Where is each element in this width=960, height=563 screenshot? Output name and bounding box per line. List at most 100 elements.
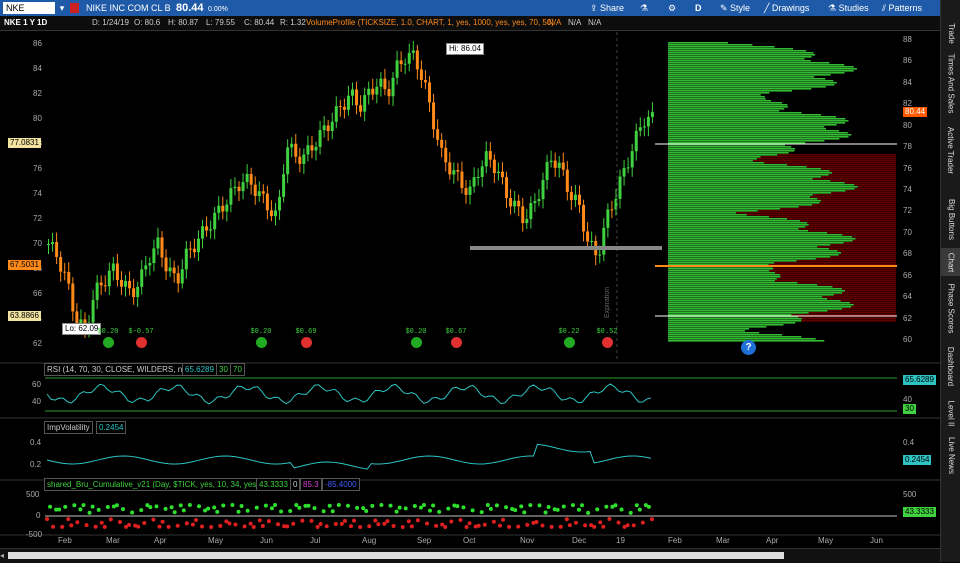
period-label[interactable]: NKE 1 Y 1D bbox=[4, 16, 47, 30]
tick-dot bbox=[263, 503, 268, 508]
candle-body bbox=[387, 89, 391, 97]
candle-body bbox=[586, 231, 590, 242]
aggregation-button[interactable]: D bbox=[695, 0, 702, 16]
chart-scrollbar[interactable]: ◂ bbox=[0, 548, 940, 563]
tick-dot bbox=[266, 519, 271, 524]
sidebar-tab-dashboard[interactable]: Dashboard bbox=[941, 340, 960, 392]
candle-body bbox=[51, 242, 55, 244]
candle-body bbox=[355, 89, 359, 106]
profile-value-area bbox=[756, 158, 896, 160]
sidebar-tab-live-news[interactable]: Live News bbox=[941, 434, 960, 476]
dividend-marker[interactable]: $0.67 bbox=[443, 328, 469, 348]
chart-canvas[interactable] bbox=[0, 30, 940, 548]
sidebar-tab-trade[interactable]: Trade bbox=[941, 18, 960, 48]
tick-dot bbox=[628, 510, 633, 515]
sidebar-tab-big-buttons[interactable]: Big Buttons bbox=[941, 190, 960, 248]
profile-bar bbox=[668, 290, 845, 292]
tick-dot bbox=[631, 523, 636, 528]
tick-dot bbox=[379, 503, 384, 508]
style-button[interactable]: ✎ Style bbox=[720, 0, 750, 16]
sidebar-tab-chart[interactable]: Chart bbox=[941, 248, 960, 276]
tick-dot bbox=[212, 505, 217, 510]
profile-bar bbox=[668, 116, 837, 118]
profile-bar bbox=[668, 42, 728, 44]
scroll-left-icon[interactable]: ◂ bbox=[0, 551, 4, 560]
candle-body bbox=[569, 191, 573, 201]
left-tag-2: 67.5031 bbox=[8, 260, 41, 270]
tick-dot bbox=[522, 510, 527, 515]
tick-dot bbox=[197, 504, 201, 509]
candle-body bbox=[278, 196, 282, 211]
candle-body bbox=[529, 203, 533, 219]
profile-bar bbox=[668, 244, 831, 246]
symbol-input[interactable]: NKE bbox=[3, 2, 55, 14]
dropdown-icon[interactable]: ▾ bbox=[58, 0, 66, 16]
tick-dot bbox=[127, 522, 132, 527]
dividend-marker[interactable]: $0.52 bbox=[594, 328, 620, 348]
right-sidebar: Trade Times And Sales Active Trader Big But… bbox=[940, 0, 960, 562]
dividend-marker[interactable]: $0.22 bbox=[556, 328, 582, 348]
tick-label[interactable]: shared_Bru_Cumulative_v21 (Day, $TICK, y… bbox=[44, 478, 262, 491]
drawings-button[interactable]: ╱ Drawings bbox=[764, 0, 809, 16]
dividend-marker[interactable]: $0.20 bbox=[95, 328, 121, 348]
dividend-marker[interactable]: $0.69 bbox=[293, 328, 319, 348]
tick-dot bbox=[415, 518, 420, 523]
profile-bar bbox=[668, 260, 797, 262]
profile-value-area bbox=[830, 244, 896, 246]
dividend-marker[interactable]: $0.20 bbox=[248, 328, 274, 348]
quote-info-bar: NKE 1 Y 1D D: 1/24/19 O: 80.6 H: 80.87 L… bbox=[0, 16, 940, 31]
earnings-icon bbox=[601, 337, 613, 348]
candle-body bbox=[261, 191, 265, 194]
candle-body bbox=[464, 188, 468, 195]
tick-dot bbox=[388, 503, 393, 508]
profile-bar bbox=[668, 172, 832, 174]
profile-bar bbox=[668, 128, 827, 130]
month-label: Nov bbox=[520, 536, 535, 545]
sidebar-tab-phase-scores[interactable]: Phase Scores bbox=[941, 280, 960, 336]
profile-value-area bbox=[774, 262, 896, 264]
tick-dot bbox=[361, 506, 366, 511]
candle-body bbox=[642, 126, 646, 128]
tick-dot bbox=[567, 523, 572, 528]
studies-button[interactable]: ⚗ Studies bbox=[828, 0, 869, 16]
dividend-amount: $0.69 bbox=[295, 328, 317, 336]
dividend-marker[interactable]: $-0.57 bbox=[128, 328, 154, 348]
profile-value-area bbox=[775, 272, 896, 274]
tick-dot bbox=[63, 504, 68, 509]
candle-body bbox=[294, 143, 298, 157]
candle-body bbox=[432, 102, 436, 130]
tick-dot bbox=[175, 523, 180, 528]
tick-dot bbox=[160, 519, 165, 524]
sidebar-tab-times-and-sales[interactable]: Times And Sales bbox=[941, 53, 960, 113]
profile-bar bbox=[668, 92, 770, 94]
sidebar-tab-active-trader[interactable]: Active Trader bbox=[941, 120, 960, 180]
rsi-label[interactable]: RSI (14, 70, 30, CLOSE, WILDERS, no) bbox=[44, 363, 193, 376]
share-button[interactable]: ⇪ Share bbox=[590, 0, 624, 16]
profile-bar bbox=[668, 170, 830, 172]
profile-value-area bbox=[773, 268, 896, 270]
alert-icon[interactable] bbox=[70, 3, 79, 13]
candle-body bbox=[103, 285, 107, 287]
month-label: Sep bbox=[417, 536, 432, 545]
profile-axis-label: 78 bbox=[903, 142, 912, 152]
candle-body bbox=[201, 226, 205, 239]
sidebar-tab-level-ii[interactable]: Level II bbox=[941, 394, 960, 432]
profile-bar bbox=[668, 160, 753, 162]
candle-body bbox=[638, 127, 642, 131]
iv-label[interactable]: ImpVolatility bbox=[44, 421, 93, 434]
patterns-button[interactable]: ⫽ Patterns bbox=[882, 0, 922, 16]
profile-bar bbox=[668, 196, 811, 198]
settings-icon[interactable]: ⚙ bbox=[668, 0, 676, 16]
dividend-marker[interactable]: $0.20 bbox=[403, 328, 429, 348]
profile-axis-label: 80 bbox=[903, 120, 912, 130]
tick-dot bbox=[607, 517, 612, 522]
profile-bar bbox=[668, 222, 808, 224]
help-icon[interactable]: ? bbox=[741, 340, 756, 355]
profile-bar bbox=[668, 102, 782, 104]
tick-dot bbox=[257, 518, 262, 523]
tick-dot bbox=[364, 509, 369, 514]
rsi-line bbox=[46, 383, 652, 405]
candle-body bbox=[221, 205, 225, 212]
scroll-thumb[interactable] bbox=[8, 552, 784, 559]
flask-icon[interactable]: ⚗ bbox=[640, 0, 648, 16]
